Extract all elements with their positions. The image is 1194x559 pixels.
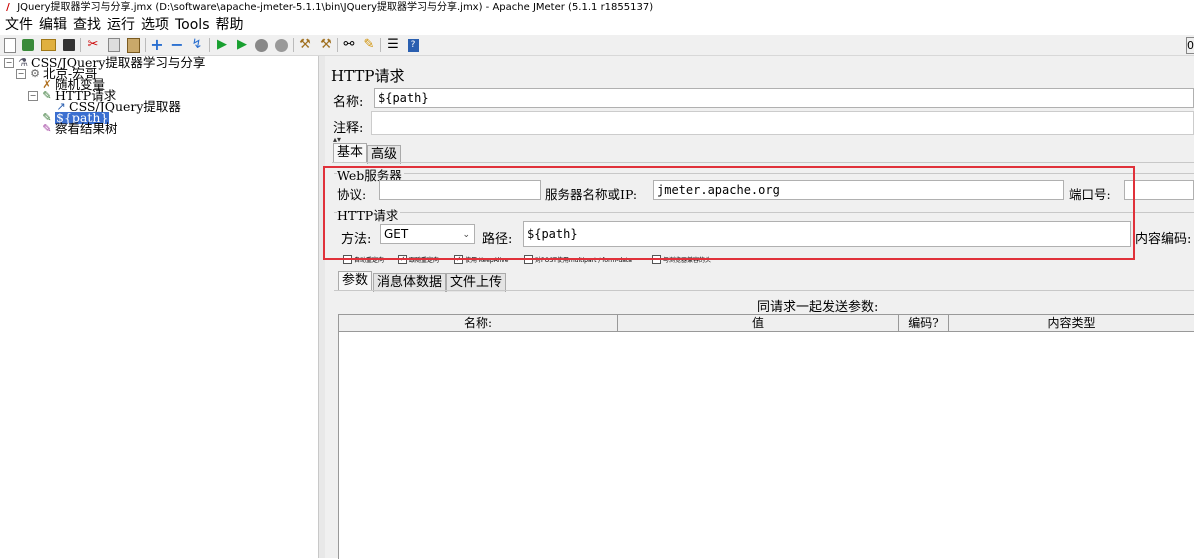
active-threads-counter: 0 — [1186, 37, 1194, 54]
menu-bar: 文件 编辑 查找 运行 选项 Tools 帮助 — [0, 16, 1194, 34]
params-caption: 同请求一起发送参数: — [757, 300, 879, 315]
search-icon[interactable]: ⚯ — [341, 37, 357, 53]
start-icon[interactable]: ▶ — [214, 37, 230, 53]
templates-icon[interactable] — [20, 37, 36, 53]
tab-parameters[interactable]: 参数 — [338, 271, 373, 290]
menu-edit[interactable]: 编辑 — [38, 16, 68, 34]
window-titlebar: / JQuery提取器学习与分享.jmx (D:\software\apache… — [0, 0, 1194, 16]
reset-search-icon[interactable]: ✎ — [361, 37, 377, 53]
column-header-value[interactable]: 值 — [618, 315, 899, 332]
column-header-name[interactable]: 名称: — [339, 315, 618, 332]
collapse-toggle-icon[interactable]: − — [28, 91, 38, 101]
toolbar: ✂ + − ↯ ▶ ▶ ⚒ ⚒ ⚯ ✎ ☰ ? 0 — [0, 35, 1194, 56]
panel-title: HTTP请求 — [331, 67, 405, 85]
copy-icon[interactable] — [106, 37, 122, 53]
menu-tools[interactable]: Tools — [174, 16, 211, 34]
stop-icon[interactable] — [253, 37, 269, 53]
clear-icon[interactable]: ⚒ — [297, 37, 313, 53]
expand-icon[interactable]: + — [149, 37, 165, 53]
column-header-encode[interactable]: 编码? — [899, 315, 949, 332]
shutdown-icon[interactable] — [273, 37, 289, 53]
menu-search[interactable]: 查找 — [72, 16, 102, 34]
toggle-icon[interactable]: ↯ — [189, 37, 205, 53]
menu-file[interactable]: 文件 — [4, 16, 34, 34]
window-title: JQuery提取器学习与分享.jmx (D:\software\apache-j… — [17, 2, 654, 13]
name-input[interactable]: ${path} — [374, 88, 1194, 108]
collapse-toggle-icon[interactable]: − — [4, 58, 14, 68]
name-label: 名称: — [333, 95, 364, 110]
menu-options[interactable]: 选项 — [140, 16, 170, 34]
menu-run[interactable]: 运行 — [106, 16, 136, 34]
parameters-table[interactable]: 名称: 值 编码? 内容类型 — [338, 314, 1194, 559]
collapse-toggle-icon[interactable]: − — [16, 69, 26, 79]
clear-all-icon[interactable]: ⚒ — [318, 37, 334, 53]
column-header-content-type[interactable]: 内容类型 — [949, 315, 1194, 332]
test-plan-tree: − ⚗ CSS/JQuery提取器学习与分享 − ⚙ 北京-宏哥 ✗ 随机变量 … — [0, 56, 318, 558]
help-icon[interactable]: ? — [405, 37, 421, 53]
collapse-icon[interactable]: − — [169, 37, 185, 53]
highlight-annotation — [323, 166, 1135, 260]
new-icon[interactable] — [2, 37, 18, 53]
tree-item-view-results-tree[interactable]: ✎ 察看结果树 — [41, 122, 117, 135]
cut-icon[interactable]: ✂ — [85, 37, 101, 53]
open-icon[interactable] — [40, 37, 56, 53]
save-icon[interactable] — [61, 37, 77, 53]
thread-group-icon: ⚙ — [30, 67, 40, 80]
start-no-pause-icon[interactable]: ▶ — [234, 37, 250, 53]
encoding-label: 内容编码: — [1135, 232, 1192, 247]
tab-basic[interactable]: 基本 — [333, 143, 368, 162]
sampler-icon: ✎ — [42, 89, 52, 102]
paste-icon[interactable] — [125, 37, 141, 53]
comment-input[interactable] — [371, 111, 1194, 135]
function-helper-icon[interactable]: ☰ — [385, 37, 401, 53]
menu-help[interactable]: 帮助 — [215, 16, 245, 34]
jmeter-logo-icon: / — [6, 2, 10, 13]
listener-icon: ✎ — [42, 122, 52, 135]
comment-label: 注释: — [333, 121, 364, 136]
